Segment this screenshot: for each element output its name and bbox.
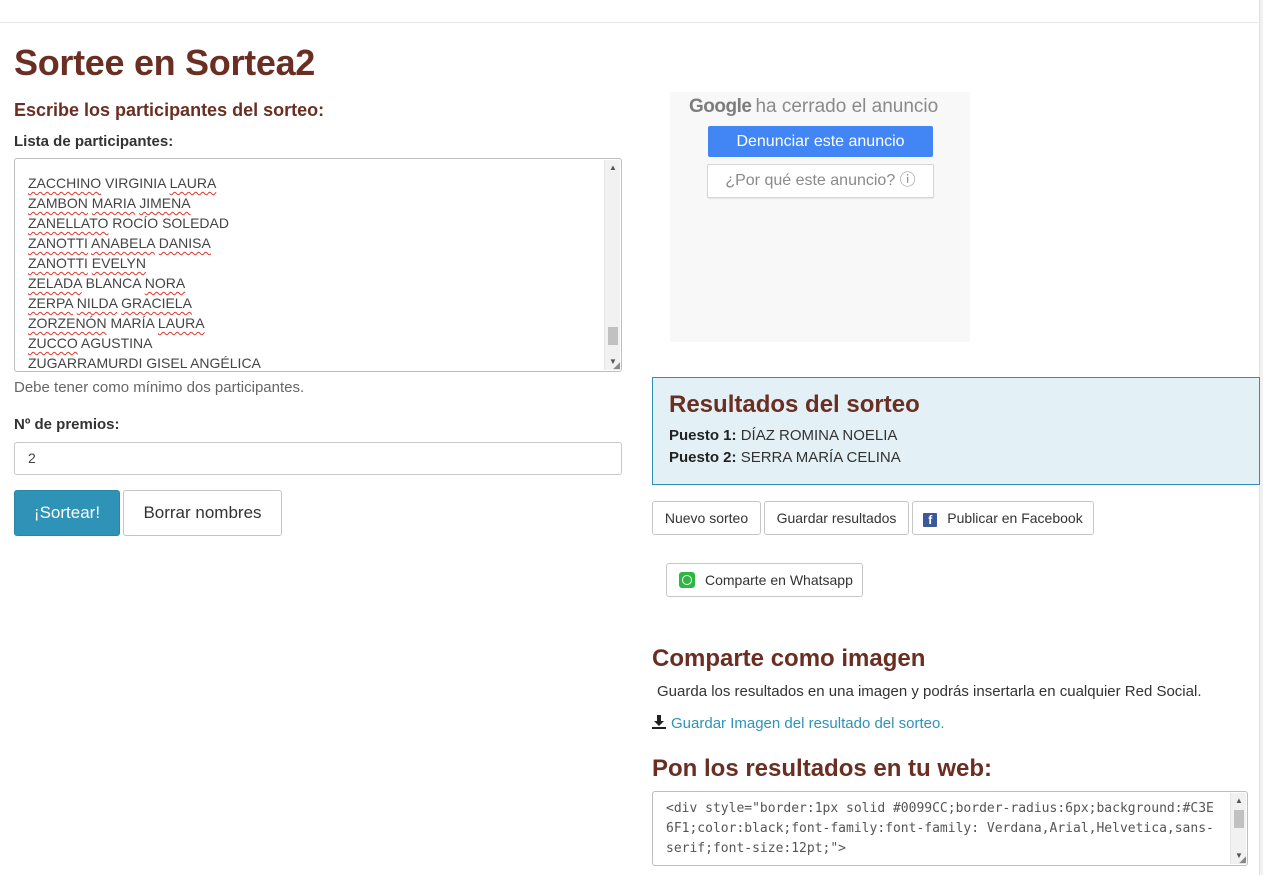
participants-help-text: Debe tener como mínimo dos participantes… [14,379,305,396]
scroll-up-arrow-icon[interactable]: ▲ [1231,793,1247,809]
ad-closed-text: ha cerrado el anuncio [755,96,939,117]
facebook-label: Publicar en Facebook [947,510,1083,526]
report-ad-button[interactable]: Denunciar este anuncio [708,126,933,157]
save-image-link[interactable]: Guardar Imagen del resultado del sorteo. [652,715,945,732]
name-token: ZANOTTI [28,235,88,251]
name-token: VIRGINIA [101,175,170,191]
list-item: ZANOTTI ANABELA DANISA [28,233,261,253]
ad-container: Google ha cerrado el anuncio Denunciar es… [670,92,970,342]
resize-grip-icon[interactable]: ◢ [1236,854,1246,864]
page-subtitle: Escribe los participantes del sorteo: [14,100,325,120]
share-image-text: Guarda los resultados en una imagen y po… [657,683,1202,700]
save-results-button[interactable]: Guardar resultados [764,501,909,535]
name-token: ZUCCO [28,335,78,351]
prizes-input[interactable]: 2 [14,442,622,475]
name-token: ZORZENÓN [28,315,107,331]
name-token: JIMENA [139,195,191,211]
whatsapp-icon [679,572,695,588]
why-this-ad-button[interactable]: ¿Por qué este anuncio? ⓘ [707,164,934,198]
new-draw-button[interactable]: Nuevo sorteo [652,501,761,535]
list-item-partial [28,159,261,173]
name-token: ANGÉLICA [186,355,261,371]
top-bar [0,0,1258,23]
scroll-up-arrow-icon[interactable]: ▲ [605,160,621,176]
prizes-label: Nº de premios: [14,416,120,433]
result-row-2: Puesto 2: SERRA MARÍA CELINA [669,449,901,466]
resize-grip-icon[interactable]: ◢ [610,360,620,370]
name-token: GISEL [146,355,187,371]
list-item: ZERPA NILDA GRACIELA [28,293,261,313]
participants-label: Lista de participantes: [14,133,174,150]
page-title: Sortee en Sortea2 [14,42,316,83]
list-item: ZORZENÓN MARÍA LAURA [28,313,261,333]
name-token: LAURA [169,175,217,191]
download-icon [652,715,666,729]
results-panel: Resultados del sorteo Puesto 1: DÍAZ ROM… [652,377,1260,485]
clear-names-button[interactable]: Borrar nombres [123,490,282,536]
name-token: EVELYN [91,255,146,271]
draw-button[interactable]: ¡Sortear! [14,490,120,536]
facebook-share-button[interactable]: f Publicar en Facebook [912,501,1094,535]
facebook-icon: f [923,513,938,527]
name-token: ZUGARRAMURDI [28,355,143,371]
name-token: ZERPA [28,295,73,311]
list-item: ZANELLATO ROCÍO SOLEDAD [28,213,261,233]
ad-closed-message: Google ha cerrado el anuncio [689,96,938,118]
name-token: ZACCHINO [28,175,102,191]
name-token: ZELADA [28,275,82,291]
name-token: ZANELLATO [28,215,109,231]
name-token: AGUSTINA [77,335,153,351]
name-token: NORA [144,275,186,291]
name-token: DANISA [158,235,211,251]
list-item: ZANOTTI EVELYN [28,253,261,273]
list-item: ZACCHINO VIRGINIA LAURA [28,173,261,193]
result-label: Puesto 2: [669,449,737,466]
share-image-title: Comparte como imagen [652,645,926,672]
name-token: ZANOTTI [28,255,88,271]
list-item: ZUCCO AGUSTINA [28,333,261,353]
name-token: MARIA [91,195,136,211]
name-token: GRACIELA [121,295,192,311]
list-item: ZUGARRAMURDI GISEL ANGÉLICA [28,353,261,371]
result-row-1: Puesto 1: DÍAZ ROMINA NOELIA [669,427,897,444]
whatsapp-share-button[interactable]: Comparte en Whatsapp [666,563,863,597]
name-token: ROCÍO SOLEDAD [108,215,229,231]
list-item: ZAMBON MARIA JIMENA [28,193,261,213]
name-token: ZAMBON [28,195,88,211]
name-token: NILDA [76,295,118,311]
embed-title: Pon los resultados en tu web: [652,755,993,782]
name-token: ANABELA [91,235,155,251]
result-name: SERRA MARÍA CELINA [740,449,901,466]
list-item: ZELADA BLANCA NORA [28,273,261,293]
scroll-thumb[interactable] [608,327,618,345]
google-logo: Google [689,96,752,117]
participants-list: ZACCHINO VIRGINIA LAURA ZAMBON MARIA JIME… [28,159,261,371]
embed-code-textarea[interactable]: <div style="border:1px solid #0099CC;bor… [652,791,1248,866]
name-token: LAURA [157,315,205,331]
participants-scrollbar[interactable]: ▲ ▼ [604,160,620,370]
participants-textarea[interactable]: ZACCHINO VIRGINIA LAURA ZAMBON MARIA JIME… [14,158,622,372]
result-label: Puesto 1: [669,427,737,444]
save-image-label: Guardar Imagen del resultado del sorteo. [671,715,945,732]
whatsapp-label: Comparte en Whatsapp [705,572,853,588]
name-token: MARÍA [106,315,158,331]
scroll-thumb[interactable] [1234,810,1244,828]
results-title: Resultados del sorteo [669,391,920,418]
embed-code: <div style="border:1px solid #0099CC;bor… [666,801,1214,856]
name-token: BLANCA [81,275,145,291]
result-name: DÍAZ ROMINA NOELIA [740,427,898,444]
